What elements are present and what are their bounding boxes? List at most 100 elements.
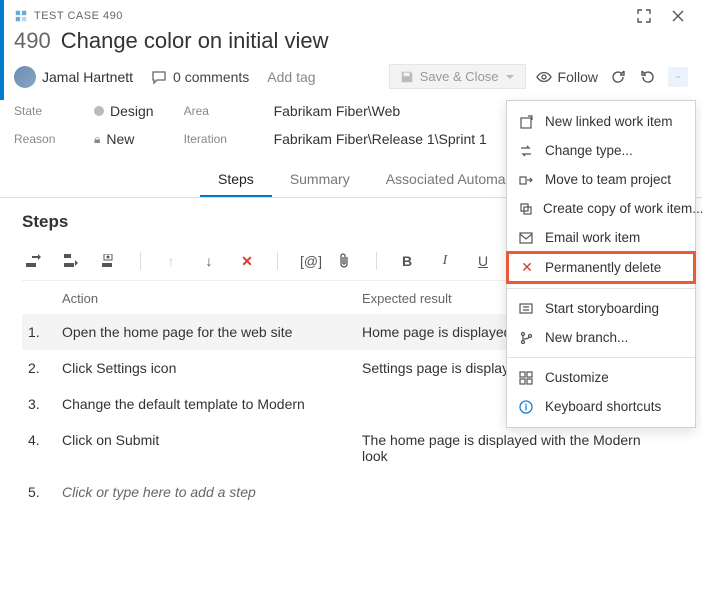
menu-new-branch[interactable]: New branch... [507, 323, 695, 352]
menu-label: Create copy of work item... [543, 201, 702, 216]
menu-label: Change type... [545, 143, 633, 158]
reason-field[interactable]: 🔒︎ New [94, 131, 154, 147]
info-icon [519, 400, 535, 414]
delete-step-icon[interactable]: ✕ [239, 253, 255, 270]
insert-step-icon[interactable] [26, 254, 42, 268]
more-actions-menu: New linked work item Change type... Move… [506, 100, 696, 428]
more-actions-button[interactable] [668, 67, 688, 87]
step-number: 2. [22, 360, 62, 376]
iteration-value: Fabrikam Fiber\Release 1\Sprint 1 [274, 131, 487, 147]
assignee-field[interactable]: Jamal Hartnett [14, 66, 133, 88]
menu-move-to-team-project[interactable]: Move to team project [507, 165, 695, 194]
menu-label: Email work item [545, 230, 640, 245]
comments-link[interactable]: 0 comments [151, 69, 249, 85]
customize-icon [519, 371, 535, 385]
reason-value: New [106, 131, 134, 147]
comments-text: 0 comments [173, 69, 249, 85]
assignee-name: Jamal Hartnett [42, 69, 133, 85]
add-tag-link[interactable]: Add tag [267, 69, 315, 85]
menu-new-linked-work-item[interactable]: New linked work item [507, 107, 695, 136]
menu-create-copy[interactable]: Create copy of work item... [507, 194, 695, 223]
save-close-button: Save & Close [389, 64, 526, 89]
toolbar-separator [140, 252, 141, 270]
table-row[interactable]: 4. Click on Submit The home page is disp… [22, 422, 680, 474]
work-item-title[interactable]: Change color on initial view [61, 28, 329, 54]
toolbar-separator [376, 252, 377, 270]
menu-separator [507, 288, 695, 289]
menu-label: New branch... [545, 330, 628, 345]
menu-permanently-delete[interactable]: ✕ Permanently delete [507, 252, 695, 283]
follow-button[interactable]: Follow [536, 69, 598, 85]
step-number: 1. [22, 324, 62, 340]
insert-params-icon[interactable] [102, 254, 118, 268]
follow-label: Follow [558, 69, 598, 85]
tab-summary[interactable]: Summary [272, 163, 368, 197]
avatar [14, 66, 36, 88]
state-label: State [14, 104, 74, 118]
mention-icon[interactable]: [@] [300, 253, 316, 269]
move-down-icon[interactable]: ↓ [201, 253, 217, 269]
insert-shared-step-icon[interactable] [64, 254, 80, 268]
menu-email-work-item[interactable]: Email work item [507, 223, 695, 252]
table-row[interactable]: 5. Click or type here to add a step [22, 474, 680, 510]
revert-icon[interactable] [638, 67, 658, 87]
step-number: 4. [22, 432, 62, 448]
menu-customize[interactable]: Customize [507, 363, 695, 392]
comment-icon [151, 69, 167, 85]
menu-label: Start storyboarding [545, 301, 659, 316]
close-icon[interactable] [668, 6, 688, 26]
save-icon [400, 70, 414, 84]
area-label: Area [184, 104, 254, 118]
step-action[interactable]: Open the home page for the web site [62, 324, 362, 340]
branch-icon [519, 331, 535, 345]
step-expected[interactable]: The home page is displayed with the Mode… [362, 432, 680, 464]
iteration-label: Iteration [184, 132, 254, 146]
work-item-id: 490 [14, 28, 51, 54]
chevron-down-icon [505, 72, 515, 82]
new-linked-icon [519, 115, 535, 129]
area-value: Fabrikam Fiber\Web [274, 103, 401, 119]
type-text: TEST CASE 490 [34, 10, 123, 22]
step-action[interactable]: Click on Submit [62, 432, 362, 448]
bold-icon[interactable]: B [399, 253, 415, 269]
save-label: Save & Close [420, 69, 499, 84]
state-field[interactable]: Design [94, 103, 154, 119]
eye-icon [536, 69, 552, 85]
menu-label: Keyboard shortcuts [545, 399, 661, 414]
col-expected: Expected result [362, 291, 452, 306]
step-action[interactable]: Click Settings icon [62, 360, 362, 376]
italic-icon[interactable]: I [437, 253, 453, 269]
menu-keyboard-shortcuts[interactable]: Keyboard shortcuts [507, 392, 695, 421]
area-field[interactable]: Fabrikam Fiber\Web [274, 103, 487, 119]
email-icon [519, 232, 535, 244]
tab-steps[interactable]: Steps [200, 163, 272, 197]
menu-label: Move to team project [545, 172, 671, 187]
move-icon [519, 173, 535, 187]
storyboard-icon [519, 302, 535, 316]
menu-label: Permanently delete [545, 260, 661, 275]
menu-start-storyboarding[interactable]: Start storyboarding [507, 294, 695, 323]
reason-label: Reason [14, 132, 74, 146]
step-placeholder[interactable]: Click or type here to add a step [62, 484, 362, 500]
work-item-type-label: TEST CASE 490 [14, 9, 123, 23]
iteration-field[interactable]: Fabrikam Fiber\Release 1\Sprint 1 [274, 131, 487, 147]
step-number: 3. [22, 396, 62, 412]
state-dot-icon [94, 106, 104, 116]
state-value: Design [110, 103, 154, 119]
col-action: Action [62, 291, 362, 306]
menu-label: New linked work item [545, 114, 673, 129]
refresh-icon[interactable] [608, 67, 628, 87]
lock-icon: 🔒︎ [94, 132, 100, 147]
move-up-icon: ↑ [163, 253, 179, 269]
step-number: 5. [22, 484, 62, 500]
menu-change-type[interactable]: Change type... [507, 136, 695, 165]
delete-icon: ✕ [519, 259, 535, 276]
menu-separator [507, 357, 695, 358]
fullscreen-icon[interactable] [634, 6, 654, 26]
toolbar-separator [277, 252, 278, 270]
step-action[interactable]: Change the default template to Modern [62, 396, 362, 412]
work-item-color-bar [0, 0, 4, 100]
attach-icon[interactable] [338, 253, 354, 269]
copy-icon [519, 202, 533, 216]
underline-icon[interactable]: U [475, 253, 491, 269]
